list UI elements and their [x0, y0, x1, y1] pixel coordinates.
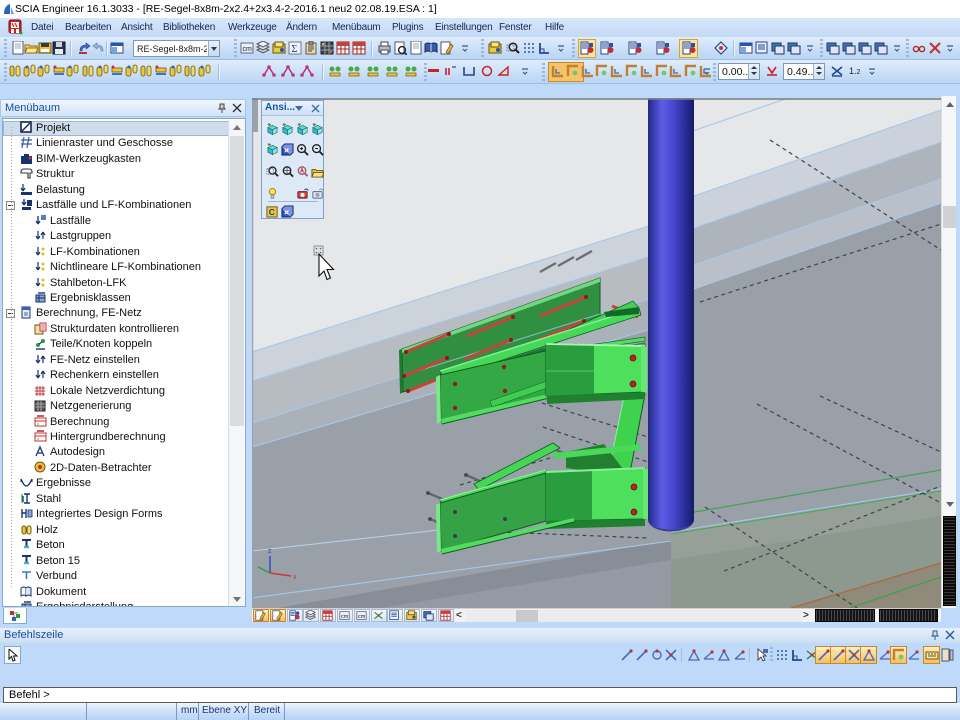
svg-text:z: z [268, 548, 272, 555]
svg-text:x: x [293, 574, 297, 581]
